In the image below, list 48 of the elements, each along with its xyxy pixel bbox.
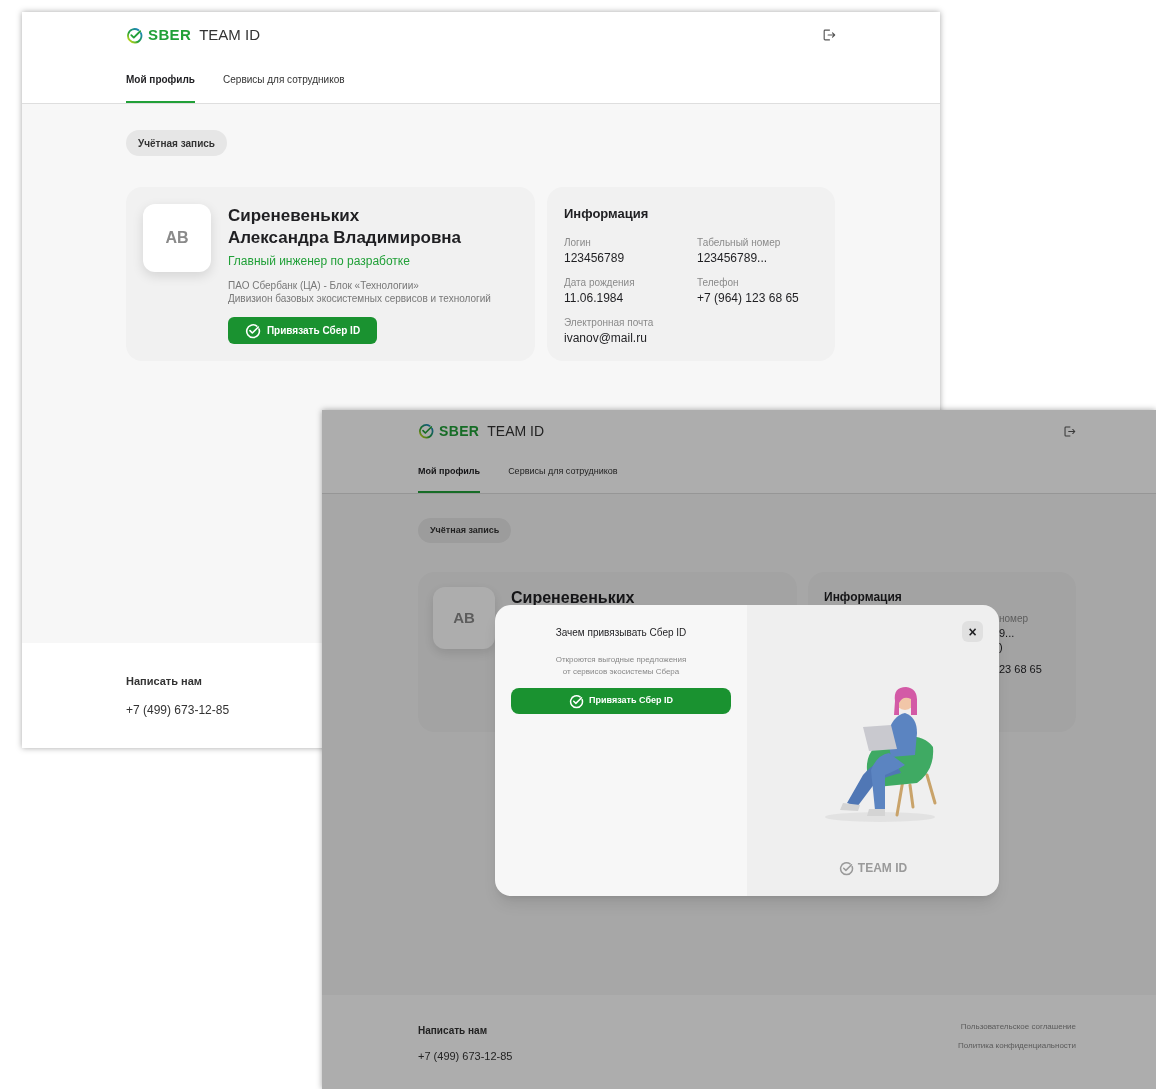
brand-name: SBER (439, 421, 480, 441)
field-value: 123456789 (564, 249, 626, 266)
partial-text: ) (999, 640, 1003, 654)
modal-description: Откроются выгодные предложения от сервисов экосистемы Сбера (555, 654, 687, 678)
avatar: АВ (143, 204, 211, 272)
check-circle-icon (838, 860, 854, 876)
logout-icon[interactable] (1063, 424, 1076, 438)
phone-number: +7 (499) 673-12-85 (126, 701, 230, 719)
brand-name: SBER (148, 24, 192, 45)
partial-text: 9... (999, 626, 1015, 640)
phone-number: +7 (499) 673-12-85 (418, 1049, 513, 1064)
logout-icon[interactable] (822, 28, 836, 42)
avatar: АВ (433, 587, 495, 649)
field-value: 123456789... (697, 249, 769, 266)
check-circle-icon (569, 693, 585, 709)
contact-title: Написать нам (418, 1024, 489, 1038)
close-button[interactable]: × (962, 621, 983, 642)
tab[interactable]: Сервисы для сотрудников (508, 452, 618, 493)
check-circle-icon (244, 322, 261, 339)
field-value: ivanov@mail.ru (564, 329, 648, 346)
team-id-logo-text: TEAM ID (857, 860, 908, 877)
field-label: Табельный номер (697, 235, 782, 250)
section-title: Информация (824, 589, 903, 606)
employee-name: Сиреневеньких (511, 588, 635, 608)
field-label: Телефон (697, 275, 740, 290)
product-name: TEAM ID (199, 24, 261, 45)
field-label: Электронная почта (564, 315, 655, 330)
field-value: +7 (964) 123 68 65 (697, 289, 800, 306)
logo-check-icon (418, 423, 434, 439)
contact-title: Написать нам (126, 674, 203, 689)
account-tab[interactable]: Учётная запись (418, 518, 512, 543)
section-title: Информация (564, 205, 650, 223)
field-value: 11.06.1984 (564, 289, 625, 306)
product-name: TEAM ID (487, 421, 545, 441)
tab[interactable]: Сервисы для сотрудников (223, 58, 345, 103)
account-tab[interactable]: Учётная запись (126, 130, 227, 156)
organization-text: ПАО Сбербанк (ЦА) - Блок «Технологии» (228, 279, 420, 292)
partial-text: 23 68 65 (999, 662, 1042, 676)
link-sber-id-button[interactable]: Привязать Сбер ID (228, 317, 377, 344)
field-label: Логин (564, 235, 592, 250)
modal-title: Зачем привязывать Сбер ID (555, 626, 687, 640)
logo-check-icon (126, 26, 143, 44)
employee-name: Сиреневеньких Александра Владимировна (228, 205, 462, 249)
organization-text: Дивизион базовых экосистемных сервисов и технологий (228, 292, 491, 305)
job-title: Главный инженер по разработке (228, 253, 410, 270)
link-sber-id-button[interactable]: Привязать Сбер ID (511, 688, 731, 714)
partial-text: номер (999, 612, 1029, 626)
field-label: Дата рождения (564, 275, 636, 290)
